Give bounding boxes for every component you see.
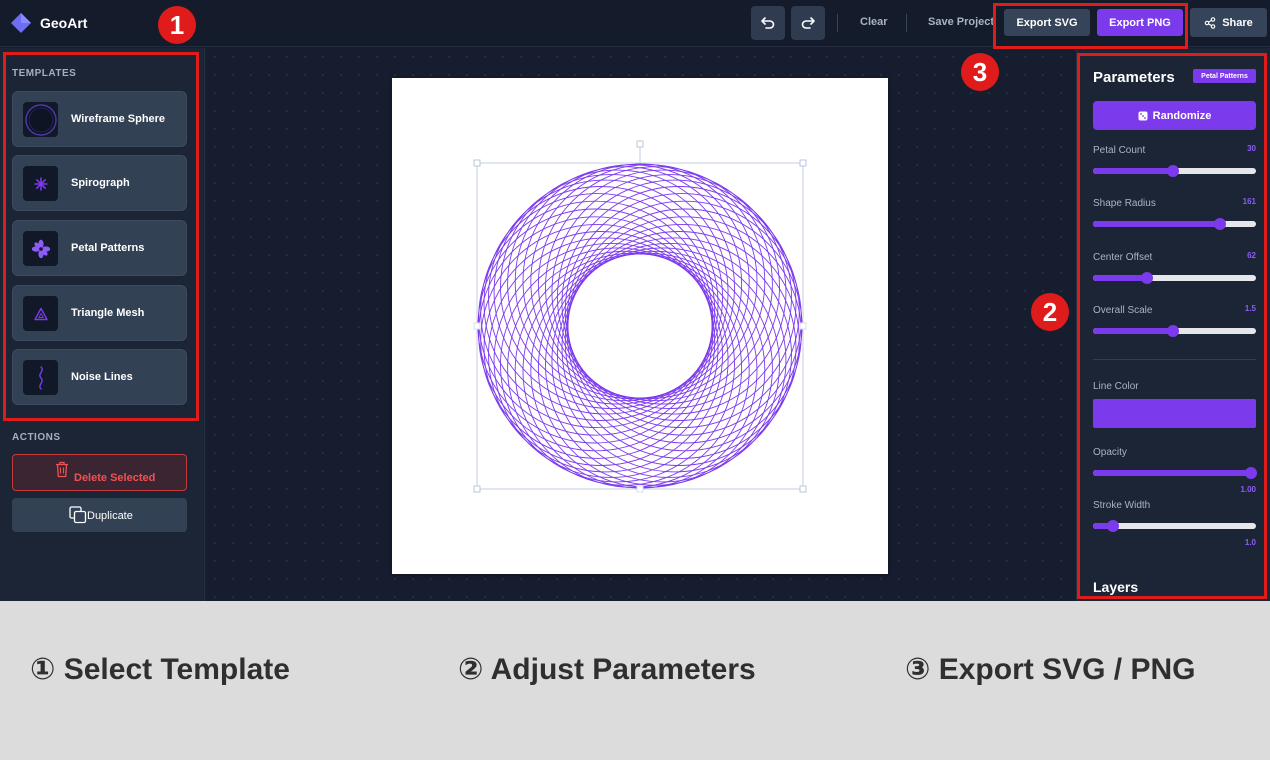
caption-adjust-parameters: ② Adjust Parameters <box>458 653 756 686</box>
geoart-logo-icon <box>11 13 31 33</box>
undo-button[interactable] <box>751 6 785 40</box>
duplicate-button[interactable]: Duplicate <box>12 498 187 532</box>
highlight-templates <box>3 52 199 421</box>
pattern-ring <box>530 164 766 400</box>
save-project-button[interactable]: Save Project <box>928 16 994 28</box>
share-button[interactable]: Share <box>1190 8 1267 37</box>
resize-handle[interactable] <box>799 159 807 167</box>
step-badge-1: 1 <box>158 6 196 44</box>
pattern-ring <box>478 200 714 436</box>
caption-select-template: ① Select Template <box>30 653 290 686</box>
pattern-ring <box>566 200 802 436</box>
resize-handle[interactable] <box>473 485 481 493</box>
trash-icon <box>56 461 68 478</box>
highlight-export <box>993 3 1188 49</box>
undo-icon <box>761 17 775 29</box>
caption-export: ③ Export SVG / PNG <box>905 653 1196 686</box>
toolbar-divider <box>906 14 907 32</box>
app-name: GeoArt <box>40 15 88 31</box>
highlight-parameters <box>1077 53 1267 599</box>
pattern-ring <box>530 252 766 488</box>
artboard[interactable] <box>392 78 888 574</box>
duplicate-icon <box>69 506 87 524</box>
pattern-ring <box>478 216 714 452</box>
pattern-ring <box>514 164 750 400</box>
delete-selected-label: Delete Selected <box>74 472 156 484</box>
actions-heading: ACTIONS <box>12 432 61 443</box>
rotate-handle[interactable] <box>636 140 644 148</box>
delete-selected-button[interactable]: Delete Selected <box>12 454 187 491</box>
duplicate-label: Duplicate <box>87 510 133 522</box>
clear-button[interactable]: Clear <box>860 16 888 28</box>
resize-handle[interactable] <box>636 485 644 493</box>
pattern-ring <box>514 252 750 488</box>
resize-handle[interactable] <box>799 485 807 493</box>
share-icon <box>1204 16 1216 29</box>
step-badge-2: 2 <box>1031 293 1069 331</box>
step-badge-3: 3 <box>961 53 999 91</box>
petal-pattern-artwork[interactable] <box>392 78 888 574</box>
resize-handle[interactable] <box>799 322 807 330</box>
redo-icon <box>801 17 815 29</box>
resize-handle[interactable] <box>473 159 481 167</box>
share-label: Share <box>1222 16 1253 29</box>
pattern-ring <box>566 216 802 452</box>
resize-handle[interactable] <box>473 322 481 330</box>
canvas-workspace <box>206 48 1074 601</box>
toolbar-divider <box>837 14 838 32</box>
redo-button[interactable] <box>791 6 825 40</box>
